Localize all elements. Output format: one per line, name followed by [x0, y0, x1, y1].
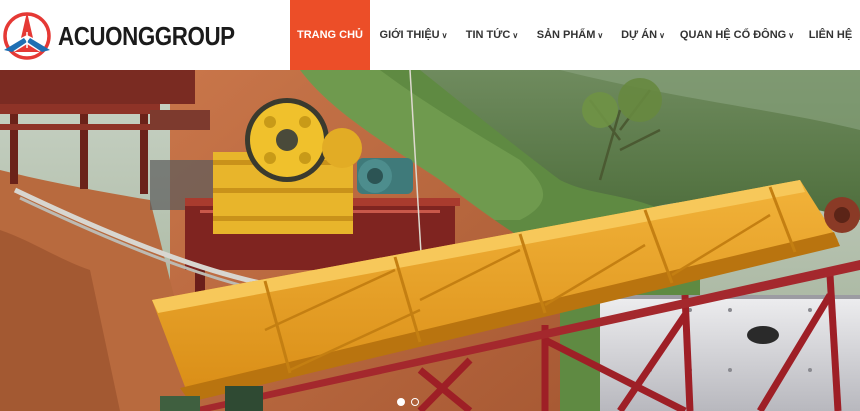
brand-name: ACUONGGROUP [58, 21, 235, 51]
chevron-down-icon [659, 31, 665, 40]
chevron-down-icon [512, 31, 518, 40]
chevron-down-icon [788, 31, 794, 40]
nav-label: QUAN HỆ CỔ ĐÔNG [679, 29, 787, 41]
nav-item-news[interactable]: TIN TỨC [457, 0, 527, 70]
slider-pagination [397, 398, 419, 406]
site-header: ACUONGGROUP TRANG CHỦ GIỚI THIỆU TIN TỨC… [0, 0, 860, 70]
nav-item-contact[interactable]: LIÊN HỆ [801, 0, 860, 70]
hero-slider[interactable] [0, 70, 860, 411]
slide-dot-1[interactable] [397, 398, 405, 406]
nav-label: TRANG CHỦ [297, 29, 363, 41]
nav-label: TIN TỨC [465, 29, 511, 41]
nav-item-products[interactable]: SẢN PHẨM [527, 0, 613, 70]
nav-label: GIỚI THIỆU [379, 29, 440, 41]
nav-item-projects[interactable]: DỰ ÁN [613, 0, 673, 70]
chevron-down-icon [597, 31, 603, 40]
nav-label: SẢN PHẨM [536, 29, 596, 41]
main-nav: TRANG CHỦ GIỚI THIỆU TIN TỨC SẢN PHẨM DỰ… [290, 0, 860, 70]
nav-item-investor-relations[interactable]: QUAN HỆ CỔ ĐÔNG [673, 0, 801, 70]
nav-item-about[interactable]: GIỚI THIỆU [370, 0, 457, 70]
nav-item-home[interactable]: TRANG CHỦ [290, 0, 370, 70]
nav-label: DỰ ÁN [621, 29, 658, 41]
nav-label: LIÊN HỆ [808, 29, 853, 41]
chevron-down-icon [442, 31, 448, 40]
slide-dot-2[interactable] [411, 398, 419, 406]
logo[interactable]: ACUONGGROUP [0, 8, 235, 62]
acuong-logo-icon [3, 12, 51, 60]
slide-image [0, 70, 860, 411]
